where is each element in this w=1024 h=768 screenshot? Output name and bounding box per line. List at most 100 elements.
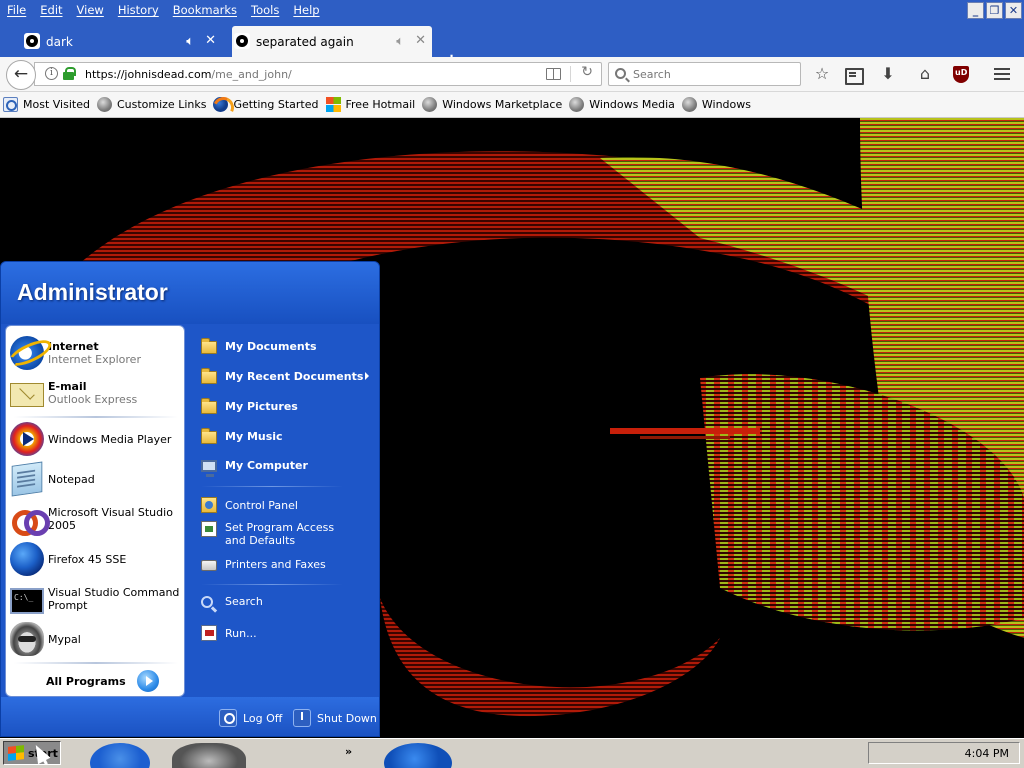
log-off-button[interactable]: Log Off [219, 709, 282, 727]
quick-launch-mypal-icon[interactable] [172, 743, 246, 768]
bookmark-getting-started[interactable]: Getting Started [213, 97, 319, 112]
item-label: Firefox 45 SSE [48, 552, 127, 566]
pinned-internet-explorer[interactable]: Internet Internet Explorer [10, 334, 182, 372]
submenu-arrow-icon [365, 372, 369, 380]
tab-separated-again[interactable]: separated again 🔈︎ ✕ [232, 26, 432, 57]
menu-bookmarks[interactable]: Bookmarks [166, 3, 244, 17]
folder-icon [201, 368, 217, 384]
folder-icon [201, 398, 217, 414]
item-label: Visual Studio Command Prompt [48, 586, 180, 612]
setting-label: Control Panel [225, 498, 298, 512]
all-programs-button[interactable]: All Programs [46, 669, 160, 693]
reader-view-icon[interactable] [546, 68, 561, 80]
place-my-recent-documents[interactable]: My Recent Documents [201, 368, 379, 384]
recent-notepad[interactable]: Notepad [10, 460, 182, 498]
bookmark-star-icon[interactable]: ☆ [812, 65, 832, 85]
place-my-computer[interactable]: My Computer [201, 459, 308, 477]
menu-items: File Edit View History Bookmarks Tools H… [0, 3, 327, 17]
tab-dark[interactable]: dark 🔈︎ ✕ [22, 26, 222, 57]
setting-control-panel[interactable]: Control Panel [201, 497, 298, 513]
place-my-pictures[interactable]: My Pictures [201, 398, 298, 414]
place-label: My Computer [225, 459, 308, 472]
close-tab-icon[interactable]: ✕ [415, 33, 426, 48]
recent-windows-media-player[interactable]: Windows Media Player [10, 420, 182, 458]
download-icon[interactable]: ⬇ [878, 65, 898, 85]
bookmarks-toolbar: Most Visited Customize Links Getting Sta… [0, 92, 1024, 118]
command-prompt-icon [10, 588, 44, 614]
speaker-icon[interactable]: 🔈︎ [186, 34, 194, 49]
menu-history[interactable]: History [111, 3, 166, 17]
setting-label: Printers and Faxes [225, 557, 326, 571]
search-input[interactable]: Search [608, 62, 801, 86]
recent-mypal[interactable]: Mypal [10, 620, 182, 658]
firefox-icon [213, 97, 229, 112]
recent-firefox[interactable]: Firefox 45 SSE [10, 540, 182, 578]
info-icon[interactable]: i [45, 67, 58, 80]
bookmark-most-visited[interactable]: Most Visited [3, 97, 90, 112]
chevron-right-icon[interactable]: » [345, 745, 352, 758]
bookmark-label: Windows Media [589, 98, 675, 111]
close-icon[interactable]: ✕ [1005, 2, 1022, 19]
bookmark-windows-marketplace[interactable]: Windows Marketplace [422, 97, 562, 112]
bookmark-label: Getting Started [233, 98, 319, 111]
windows-media-player-icon [10, 422, 44, 456]
shut-down-button[interactable]: Shut Down [293, 709, 377, 727]
tool-run[interactable]: Run... [201, 625, 257, 641]
bookmark-customize-links[interactable]: Customize Links [96, 97, 207, 112]
setting-program-access[interactable]: Set Program Access and Defaults [201, 521, 351, 547]
url-bar[interactable]: i https://johnisdead.com/me_and_john/ ↻ [34, 62, 602, 86]
tool-search[interactable]: Search [201, 595, 263, 608]
control-panel-icon [201, 497, 217, 513]
library-icon[interactable] [843, 65, 864, 85]
separator [201, 584, 343, 585]
menu-help[interactable]: Help [286, 3, 326, 17]
folder-icon [201, 428, 217, 444]
close-tab-icon[interactable]: ✕ [205, 33, 216, 48]
navigation-bar: i https://johnisdead.com/me_and_john/ ↻ … [0, 57, 1024, 92]
menu-view[interactable]: View [70, 3, 111, 17]
item-title: E-mail [48, 380, 87, 393]
hamburger-menu-icon[interactable] [992, 65, 1012, 85]
recent-visual-studio[interactable]: Microsoft Visual Studio 2005 [10, 500, 182, 538]
home-icon[interactable]: ⌂ [915, 65, 935, 85]
search-placeholder: Search [633, 68, 671, 81]
user-name: Administrator [17, 279, 168, 305]
menu-tools[interactable]: Tools [244, 3, 286, 17]
minimize-icon[interactable]: _ [967, 2, 984, 19]
place-my-documents[interactable]: My Documents [201, 338, 317, 354]
bookmark-label: Customize Links [116, 98, 207, 111]
bookmark-free-hotmail[interactable]: Free Hotmail [325, 97, 415, 112]
ublock-icon[interactable] [951, 65, 971, 85]
place-my-music[interactable]: My Music [201, 428, 283, 444]
run-icon [201, 625, 217, 641]
reload-icon[interactable]: ↻ [581, 64, 593, 80]
item-label: Microsoft Visual Studio 2005 [48, 506, 173, 532]
quick-launch-internet-explorer-icon[interactable] [90, 743, 150, 768]
lock-icon[interactable] [63, 67, 76, 80]
taskbar-firefox-icon[interactable] [384, 743, 452, 768]
setting-printers-faxes[interactable]: Printers and Faxes [201, 557, 326, 571]
start-menu-footer: Log Off Shut Down [1, 697, 379, 736]
url-divider [570, 66, 571, 82]
back-button[interactable]: ← [6, 60, 36, 90]
clock[interactable]: 4:04 PM [965, 747, 1009, 760]
start-menu-programs-pane: Internet Internet Explorer E-mail Outlook … [5, 325, 185, 697]
speaker-icon[interactable]: 🔈︎ [396, 34, 404, 49]
bookmark-windows[interactable]: Windows [681, 97, 751, 112]
folder-icon [201, 338, 217, 354]
program-access-icon [201, 521, 217, 537]
url-text[interactable]: https://johnisdead.com/me_and_john/ [85, 68, 292, 81]
item-subtitle: Internet Explorer [48, 353, 141, 366]
printer-icon [201, 560, 217, 571]
pinned-outlook-express[interactable]: E-mail Outlook Express [10, 374, 182, 412]
separator [201, 486, 343, 487]
place-label: My Music [225, 430, 283, 443]
restore-icon[interactable]: ❐ [986, 2, 1003, 19]
shut-down-label: Shut Down [317, 711, 377, 725]
menu-file[interactable]: File [0, 3, 33, 17]
bookmark-windows-media[interactable]: Windows Media [569, 97, 675, 112]
menu-edit[interactable]: Edit [33, 3, 69, 17]
tab-title: separated again [256, 34, 354, 49]
item-subtitle: Outlook Express [48, 393, 138, 406]
recent-vs-command-prompt[interactable]: Visual Studio Command Prompt [10, 580, 182, 618]
